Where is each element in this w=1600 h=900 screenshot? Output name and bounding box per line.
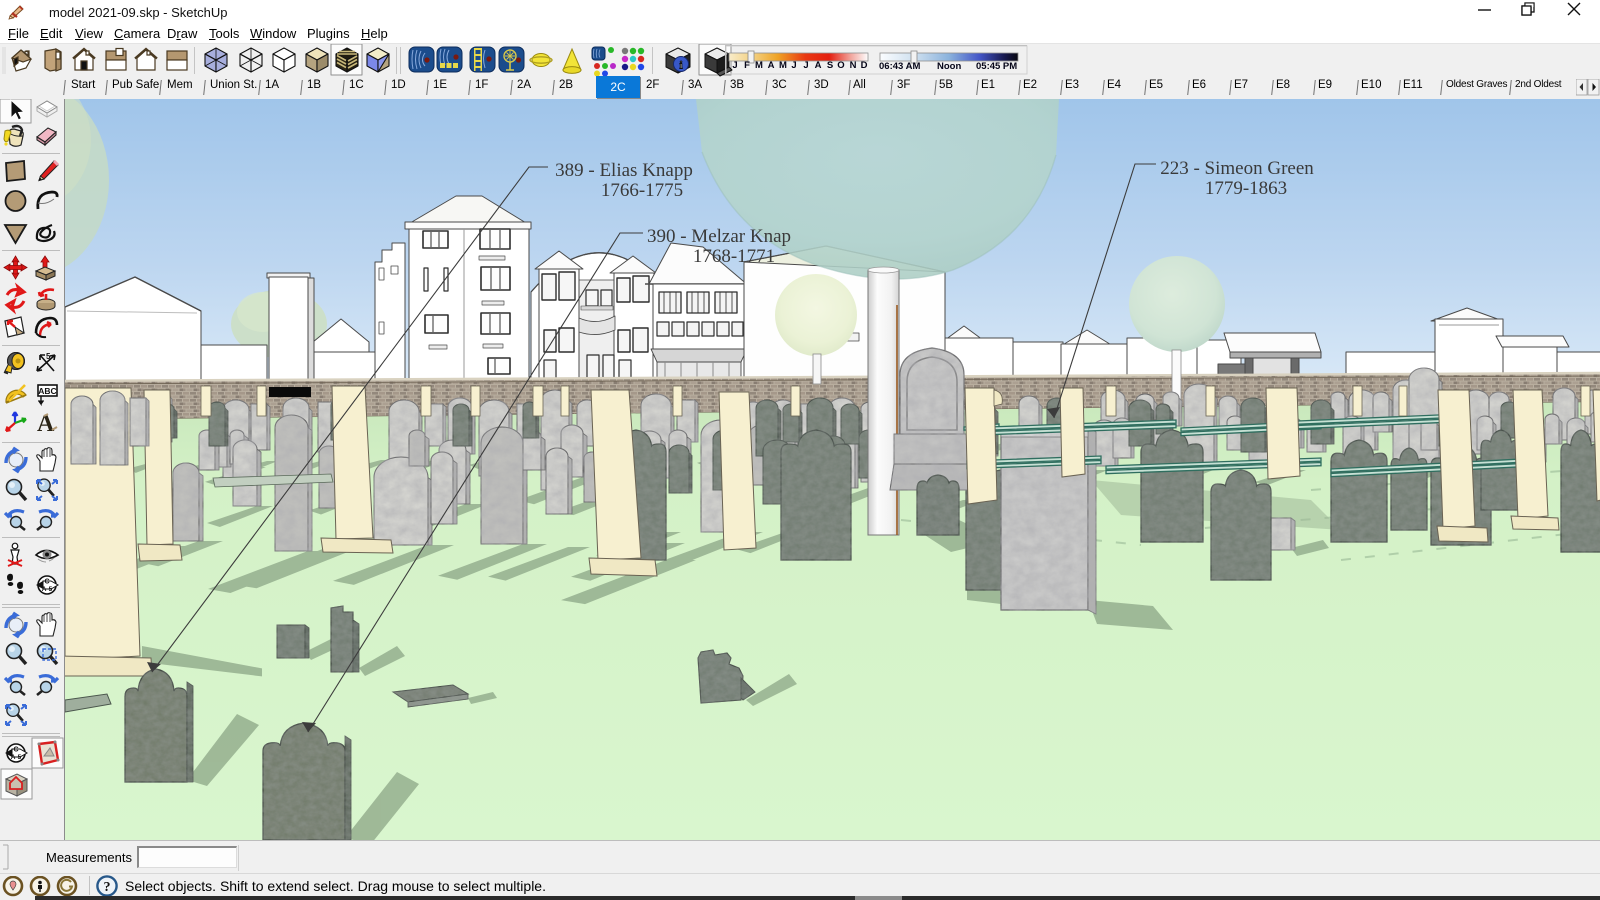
svg-text:D: D: [861, 60, 868, 71]
svg-text:M: M: [755, 60, 763, 71]
svg-text:Noon: Noon: [937, 61, 961, 72]
svg-text:?: ?: [104, 880, 111, 895]
svg-text:389 - Elias Knapp: 389 - Elias Knapp: [555, 160, 693, 181]
svg-text:390 - Melzar Knap: 390 - Melzar Knap: [647, 226, 791, 247]
svg-text:1768-1771: 1768-1771: [693, 246, 775, 267]
svg-text:F: F: [744, 60, 750, 71]
svg-text:J: J: [732, 60, 737, 71]
svg-text:i: i: [679, 60, 682, 72]
svg-text:06:43 AM: 06:43 AM: [879, 61, 920, 72]
svg-text:A: A: [768, 60, 775, 71]
svg-text:223 - Simeon Green: 223 - Simeon Green: [1160, 158, 1314, 179]
svg-text:J: J: [803, 60, 808, 71]
svg-text:N: N: [850, 60, 857, 71]
svg-text:S: S: [827, 60, 833, 71]
svg-text:A: A: [815, 60, 822, 71]
svg-text:1779-1863: 1779-1863: [1205, 178, 1287, 199]
svg-text:O: O: [837, 60, 844, 71]
svg-text:M: M: [779, 60, 787, 71]
svg-text:ABC: ABC: [38, 386, 56, 396]
svg-text:05:45 PM: 05:45 PM: [976, 61, 1017, 72]
svg-text:1766-1775: 1766-1775: [601, 180, 683, 201]
svg-text:J: J: [791, 60, 796, 71]
svg-text:5: 5: [46, 352, 51, 361]
